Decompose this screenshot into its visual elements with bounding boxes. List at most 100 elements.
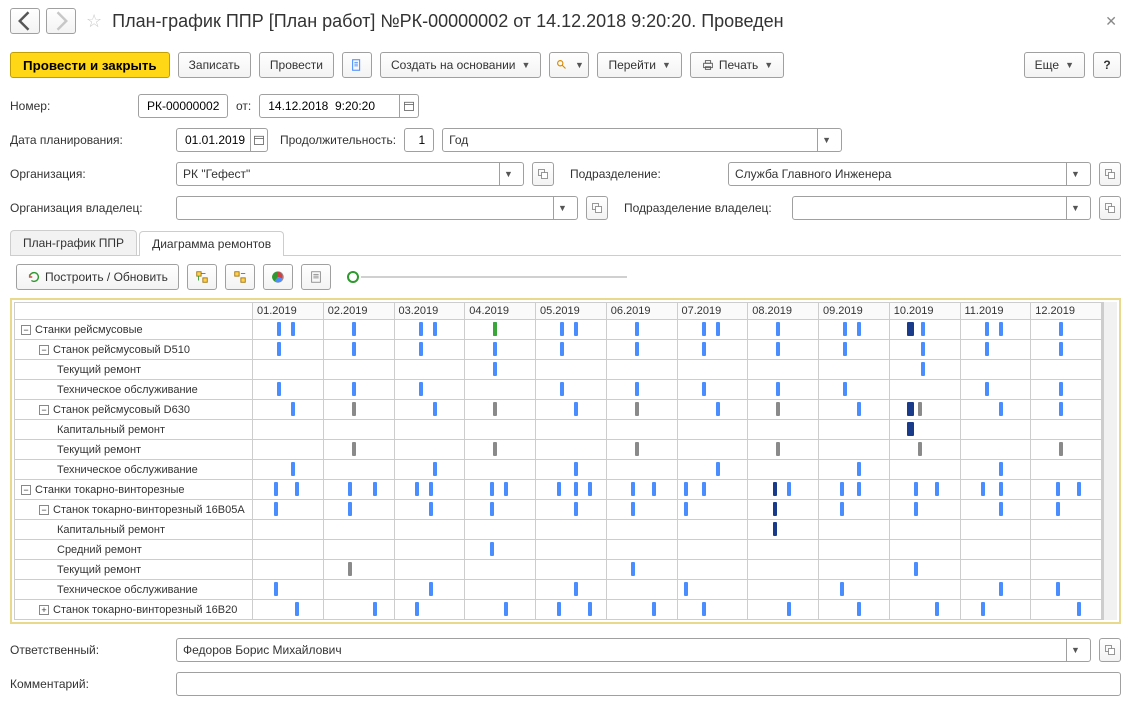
gantt-bar[interactable]: [557, 602, 561, 616]
zoom-slider[interactable]: [347, 269, 627, 285]
build-refresh-button[interactable]: Построить / Обновить: [16, 264, 179, 290]
gantt-bar[interactable]: [419, 382, 423, 396]
gantt-bar[interactable]: [857, 602, 861, 616]
tree-cell[interactable]: Капитальный ремонт: [15, 420, 253, 439]
scrollbar[interactable]: [1103, 302, 1117, 620]
gantt-bar[interactable]: [776, 342, 780, 356]
nav-forward-button[interactable]: [46, 8, 76, 34]
gantt-bar[interactable]: [981, 482, 985, 496]
gantt-bar[interactable]: [433, 322, 437, 336]
gantt-bar[interactable]: [1077, 602, 1081, 616]
duration-unit-select[interactable]: Год ▼: [442, 128, 842, 152]
calendar-icon[interactable]: [399, 95, 418, 117]
date-input[interactable]: [259, 94, 419, 118]
gantt-bar[interactable]: [635, 382, 639, 396]
responsible-select[interactable]: Федоров Борис Михайлович ▼: [176, 638, 1091, 662]
gantt-bar[interactable]: [1059, 402, 1063, 416]
zoom-knob-icon[interactable]: [347, 271, 359, 283]
tree-cell[interactable]: +Станок токарно-винторезный 16В20: [15, 600, 253, 619]
gantt-bar[interactable]: [433, 402, 437, 416]
gantt-bar[interactable]: [291, 462, 295, 476]
gantt-bar[interactable]: [274, 482, 278, 496]
gantt-bar[interactable]: [684, 582, 688, 596]
gantt-bar[interactable]: [291, 402, 295, 416]
tree-cell[interactable]: Техническое обслуживание: [15, 580, 253, 599]
gantt-bar[interactable]: [985, 342, 989, 356]
gantt-bar[interactable]: [1056, 582, 1060, 596]
goto-button[interactable]: Перейти▼: [597, 52, 681, 78]
gantt-bar[interactable]: [1059, 342, 1063, 356]
gantt-bar[interactable]: [352, 442, 356, 456]
gantt-bar[interactable]: [999, 462, 1003, 476]
gantt-bar[interactable]: [935, 602, 939, 616]
gantt-bar[interactable]: [652, 482, 656, 496]
chevron-down-icon[interactable]: ▼: [1066, 163, 1084, 185]
chevron-down-icon[interactable]: ▼: [1066, 197, 1084, 219]
open-icon[interactable]: [1099, 196, 1121, 220]
gantt-bar[interactable]: [1077, 482, 1081, 496]
gantt-bar[interactable]: [348, 482, 352, 496]
gantt-bar[interactable]: [277, 322, 281, 336]
gantt-bar[interactable]: [857, 482, 861, 496]
gantt-bar[interactable]: [277, 342, 281, 356]
gantt-bar[interactable]: [999, 502, 1003, 516]
gantt-bar[interactable]: [684, 502, 688, 516]
gantt-bar[interactable]: [935, 482, 939, 496]
tree-cell[interactable]: Капитальный ремонт: [15, 520, 253, 539]
open-icon[interactable]: [586, 196, 608, 220]
gantt-bar[interactable]: [574, 402, 578, 416]
gantt-bar[interactable]: [490, 542, 494, 556]
gantt-bar[interactable]: [702, 382, 706, 396]
gantt-bar[interactable]: [557, 482, 561, 496]
gantt-bar[interactable]: [776, 442, 780, 456]
tree-cell[interactable]: Техническое обслуживание: [15, 460, 253, 479]
gantt-bar[interactable]: [918, 402, 922, 416]
gantt-bar[interactable]: [652, 602, 656, 616]
gantt-bar[interactable]: [1059, 322, 1063, 336]
tab-diagram[interactable]: Диаграмма ремонтов: [139, 231, 284, 256]
gantt-bar[interactable]: [352, 322, 356, 336]
dept-select[interactable]: Служба Главного Инженера ▼: [728, 162, 1091, 186]
gantt-bar[interactable]: [631, 502, 635, 516]
gantt-bar[interactable]: [999, 482, 1003, 496]
duration-input[interactable]: [404, 128, 434, 152]
gantt-bar[interactable]: [635, 402, 639, 416]
gantt-bar[interactable]: [702, 322, 706, 336]
gantt-bar[interactable]: [716, 322, 720, 336]
gantt-bar[interactable]: [914, 562, 918, 576]
gantt-bar[interactable]: [348, 562, 352, 576]
gantt-bar[interactable]: [776, 322, 780, 336]
gantt-bar[interactable]: [914, 482, 918, 496]
gantt-bar[interactable]: [490, 502, 494, 516]
gantt-bar[interactable]: [493, 442, 497, 456]
tab-plan[interactable]: План-график ППР: [10, 230, 137, 255]
gantt-bar[interactable]: [429, 582, 433, 596]
gantt-bar[interactable]: [295, 482, 299, 496]
collapse-all-button[interactable]: [225, 264, 255, 290]
open-icon[interactable]: [532, 162, 554, 186]
gantt-bar[interactable]: [560, 322, 564, 336]
tree-cell[interactable]: Техническое обслуживание: [15, 380, 253, 399]
gantt-bar[interactable]: [274, 502, 278, 516]
gantt-bar[interactable]: [773, 502, 777, 516]
gantt-bar[interactable]: [716, 402, 720, 416]
chevron-down-icon[interactable]: ▼: [817, 129, 835, 151]
gantt-bar[interactable]: [348, 502, 352, 516]
attachments-button[interactable]: ▼: [549, 52, 589, 78]
gantt-bar[interactable]: [574, 322, 578, 336]
org-owner-select[interactable]: ▼: [176, 196, 578, 220]
collapse-icon[interactable]: −: [39, 405, 49, 415]
report-button[interactable]: [301, 264, 331, 290]
gantt-bar[interactable]: [419, 342, 423, 356]
gantt-bar[interactable]: [560, 382, 564, 396]
gantt-bar[interactable]: [776, 402, 780, 416]
gantt-bar[interactable]: [914, 502, 918, 516]
gantt-bar[interactable]: [787, 602, 791, 616]
collapse-icon[interactable]: −: [21, 325, 31, 335]
gantt-bar[interactable]: [773, 482, 777, 496]
create-based-on-button[interactable]: Создать на основании▼: [380, 52, 541, 78]
gantt-bar[interactable]: [857, 322, 861, 336]
gantt-bar[interactable]: [429, 502, 433, 516]
gantt-bar[interactable]: [921, 342, 925, 356]
gantt-bar[interactable]: [840, 482, 844, 496]
